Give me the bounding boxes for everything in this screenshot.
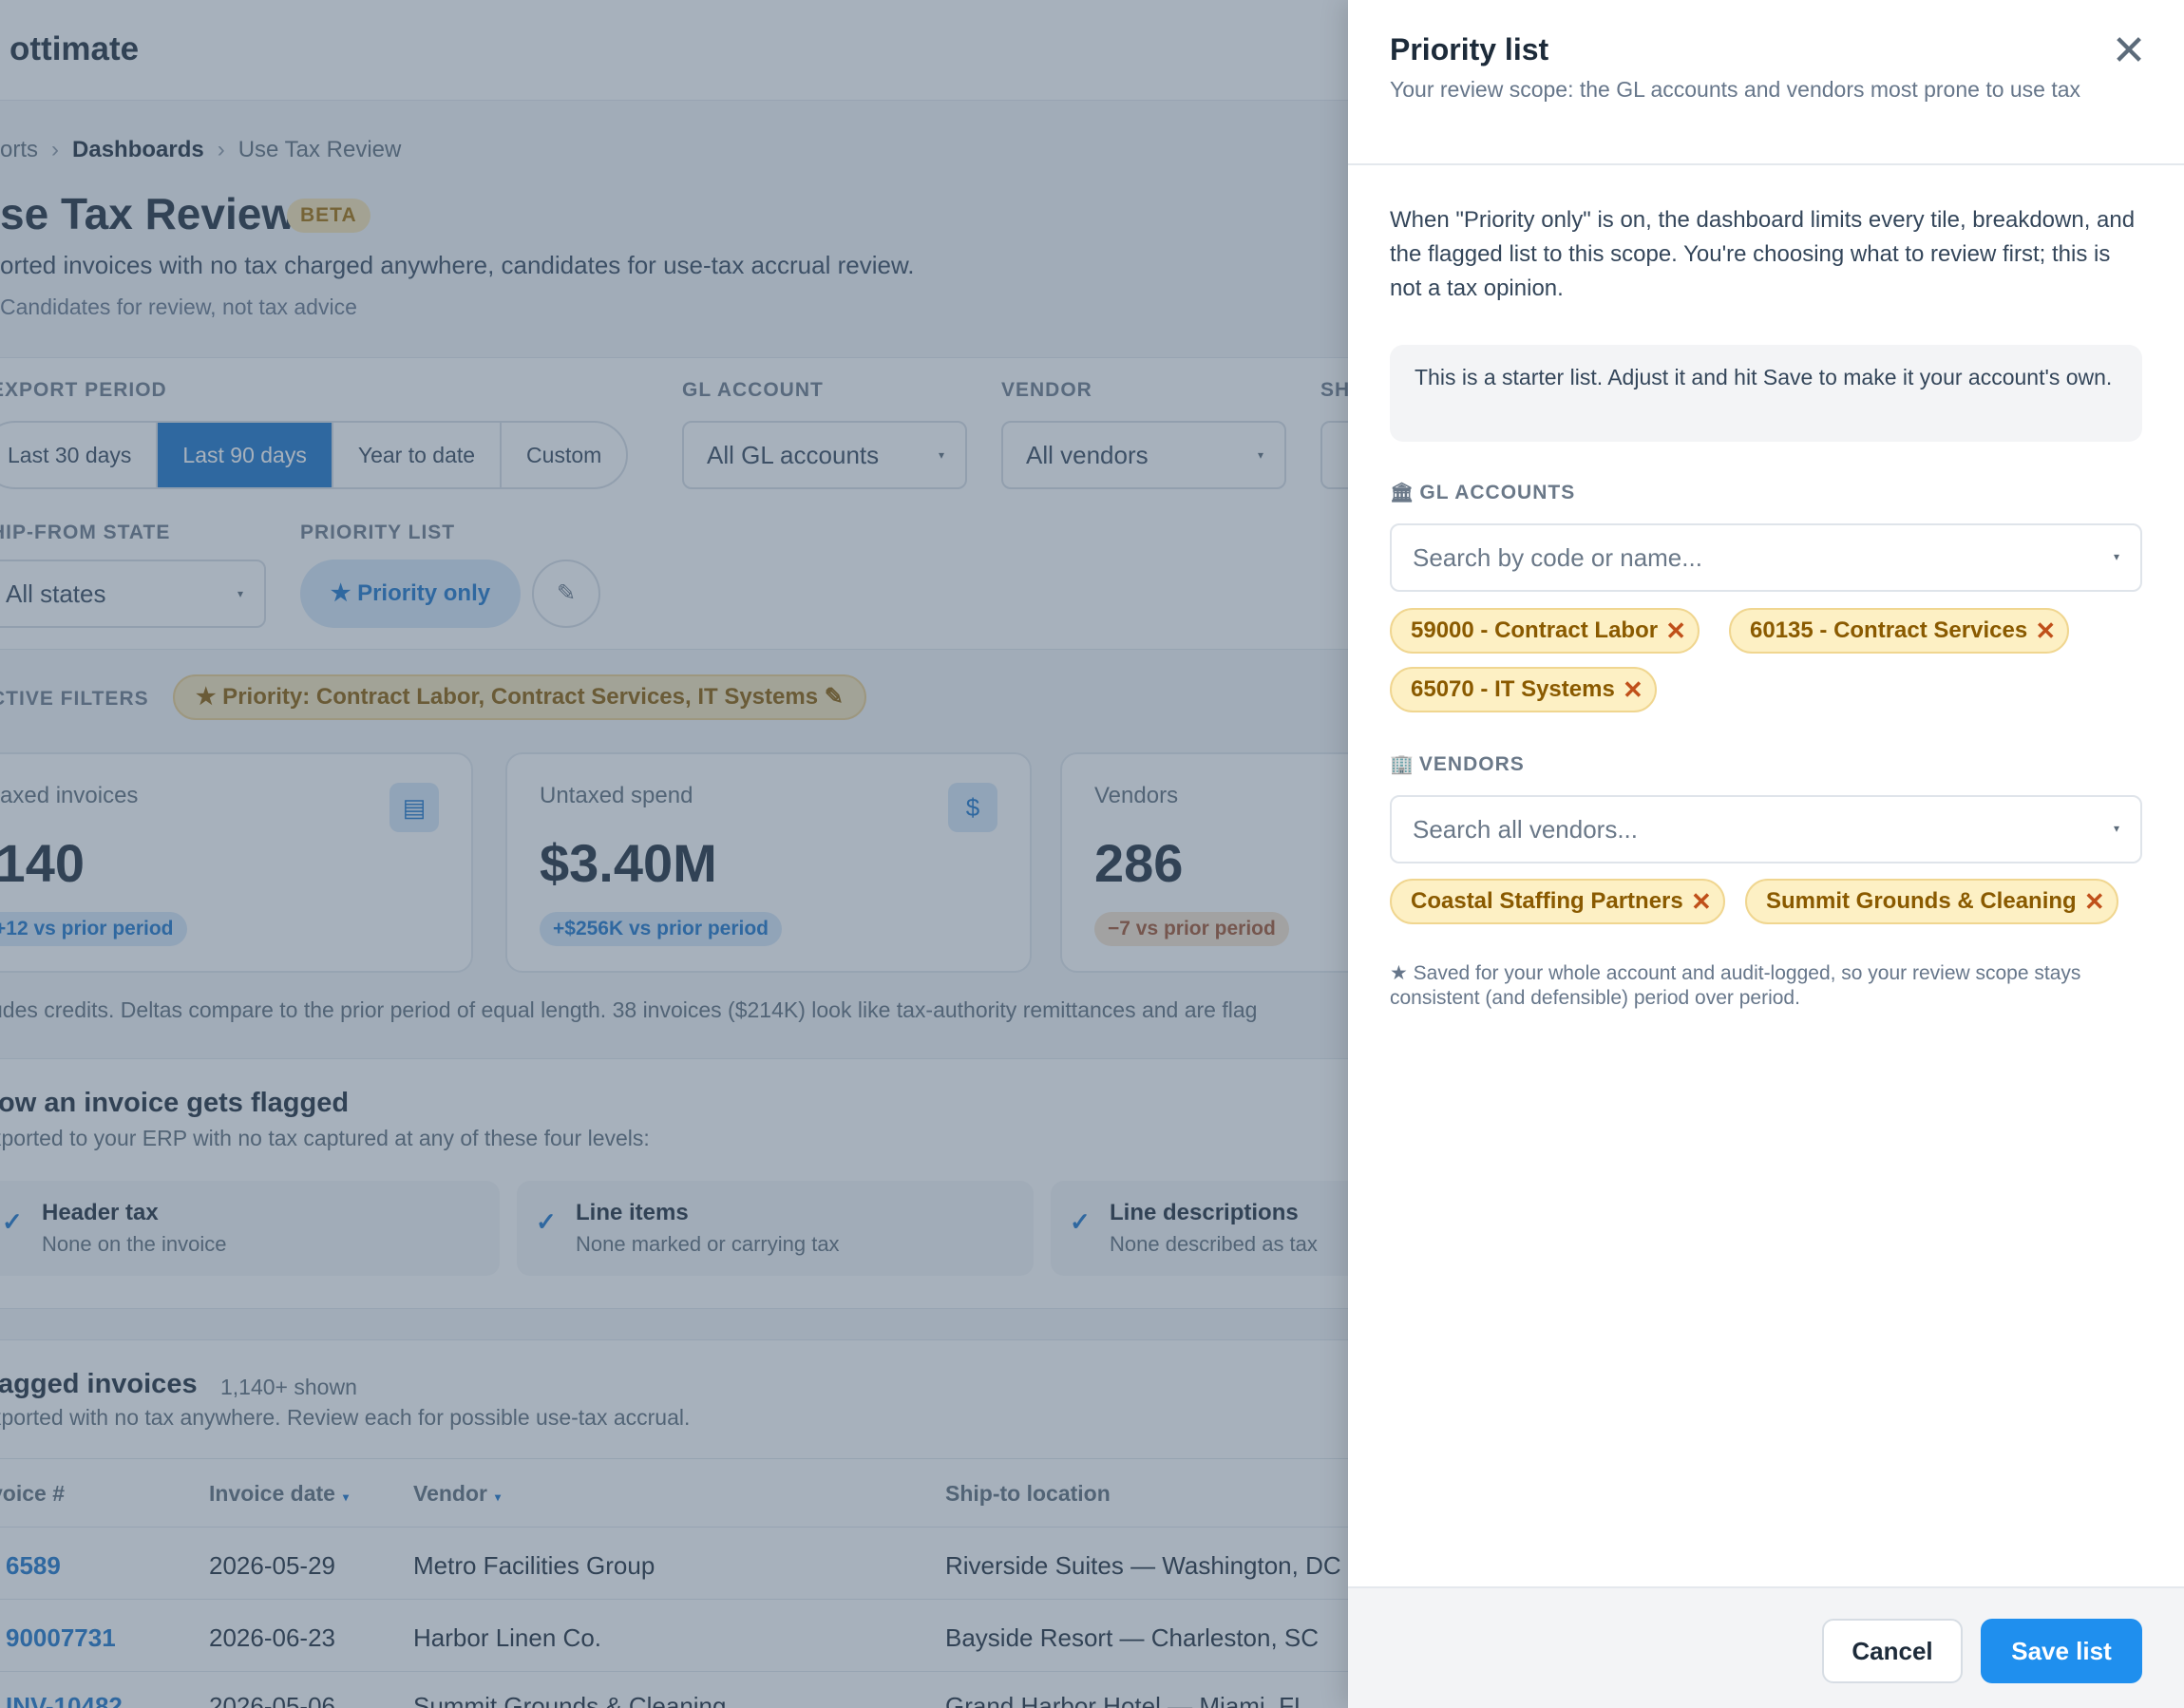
save-list-button[interactable]: Save list <box>1981 1619 2142 1683</box>
chip-label: Coastal Staffing Partners <box>1411 888 1683 914</box>
saved-note: ★ Saved for your whole account and audit… <box>1390 962 2081 1009</box>
gl-chip-contract-services: 60135 - Contract Services ✕ <box>1729 608 2070 654</box>
remove-icon[interactable]: ✕ <box>2084 881 2105 922</box>
priority-list-drawer: Priority list Your review scope: the GL … <box>1348 0 2184 1708</box>
building-icon: 🏢 <box>1390 754 1414 775</box>
drawer-subtitle: Your review scope: the GL accounts and v… <box>1390 77 2081 102</box>
gl-accounts-heading: 🏛 GL ACCOUNTS <box>1390 481 1575 504</box>
vendor-chip-coastal-staffing: Coastal Staffing Partners ✕ <box>1390 879 1725 924</box>
modal-backdrop[interactable] <box>0 0 1348 1708</box>
drawer-intro: When "Priority only" is on, the dashboar… <box>1390 207 2136 301</box>
close-icon[interactable]: ✕ <box>2106 28 2152 74</box>
vendor-search[interactable]: ▾ <box>1390 795 2142 863</box>
gl-account-search-input[interactable] <box>1413 525 2078 590</box>
gl-accounts-label: GL ACCOUNTS <box>1419 482 1576 503</box>
gl-chip-it-systems: 65070 - IT Systems ✕ <box>1390 667 1657 712</box>
cancel-button[interactable]: Cancel <box>1822 1619 1963 1683</box>
vendors-heading: 🏢 VENDORS <box>1390 752 1525 776</box>
chevron-down-icon: ▾ <box>2113 822 2119 835</box>
bank-icon: 🏛 <box>1390 483 1415 503</box>
remove-icon[interactable]: ✕ <box>2035 610 2056 652</box>
vendors-label: VENDORS <box>1418 753 1525 775</box>
chevron-down-icon: ▾ <box>2113 550 2119 563</box>
chip-label: 59000 - Contract Labor <box>1411 617 1659 643</box>
gl-account-search[interactable]: ▾ <box>1390 523 2142 592</box>
chip-label: 60135 - Contract Services <box>1750 617 2028 643</box>
remove-icon[interactable]: ✕ <box>1665 610 1686 652</box>
drawer-footer: Cancel Save list <box>1348 1586 2184 1708</box>
remove-icon[interactable]: ✕ <box>1691 881 1712 922</box>
remove-icon[interactable]: ✕ <box>1623 669 1643 711</box>
chip-label: Summit Grounds & Cleaning <box>1766 888 2077 914</box>
gl-chip-contract-labor: 59000 - Contract Labor ✕ <box>1390 608 1700 654</box>
starter-list-note: This is a starter list. Adjust it and hi… <box>1390 345 2142 442</box>
vendor-search-input[interactable] <box>1413 797 2078 862</box>
drawer-header: Priority list Your review scope: the GL … <box>1348 0 2184 165</box>
drawer-title: Priority list <box>1390 32 1549 66</box>
chip-label: 65070 - IT Systems <box>1411 676 1615 702</box>
vendor-chip-summit-grounds: Summit Grounds & Cleaning ✕ <box>1745 879 2118 924</box>
